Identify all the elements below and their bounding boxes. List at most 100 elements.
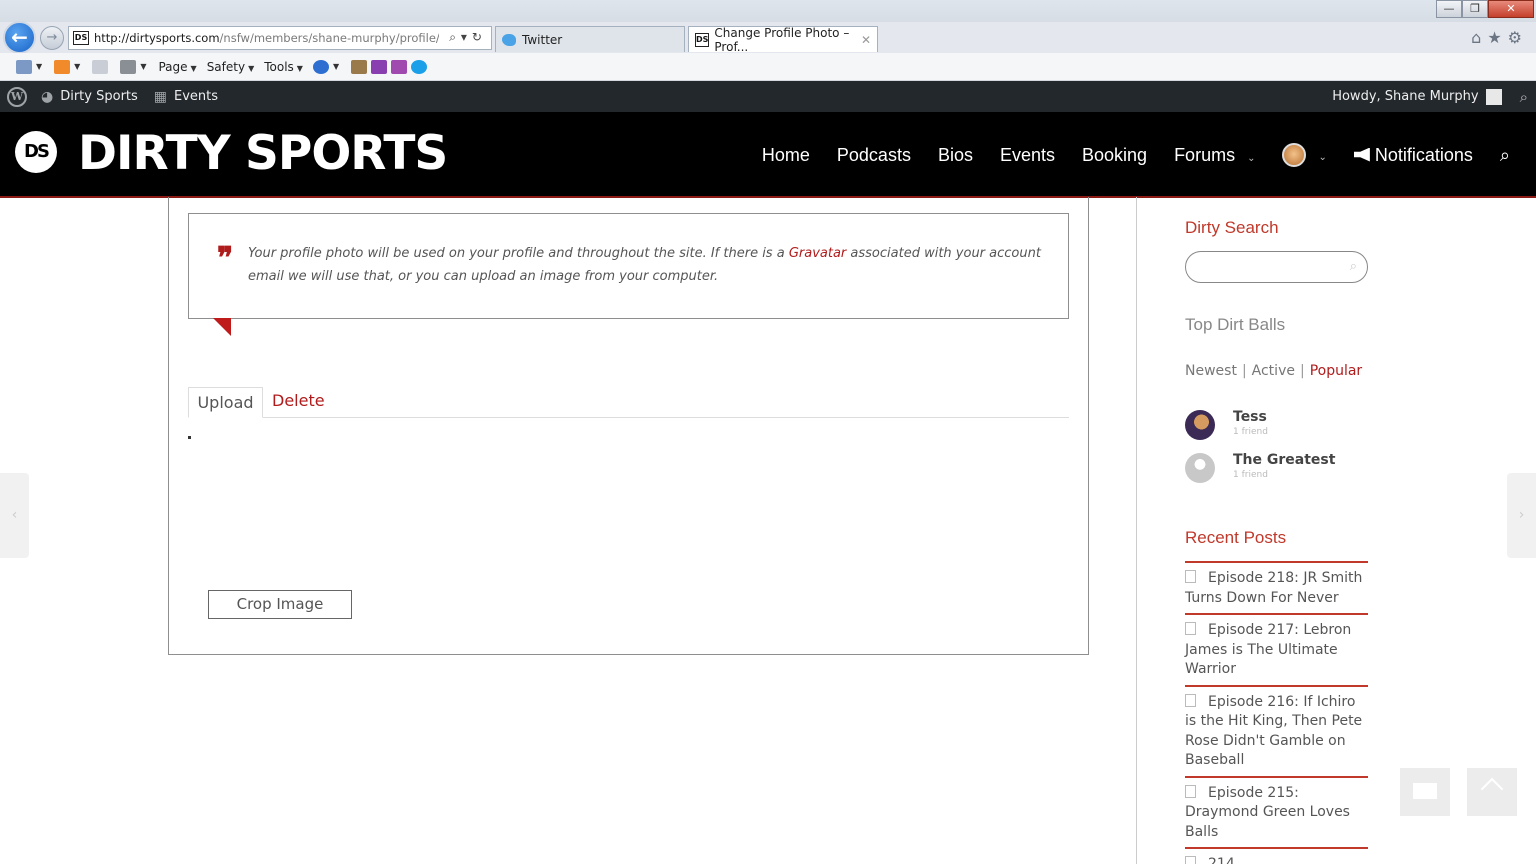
close-window-button[interactable]: ✕ xyxy=(1488,0,1534,18)
filter-separator: | xyxy=(1299,363,1305,379)
site-brand[interactable]: DIRTY SPORTS xyxy=(78,126,448,182)
crop-image-button[interactable]: Crop Image xyxy=(208,590,352,619)
onenote-icon[interactable] xyxy=(371,59,388,74)
envelope-icon xyxy=(1413,783,1437,799)
filter-popular[interactable]: Popular xyxy=(1310,363,1363,379)
post-link[interactable]: Episode 216: If Ichiro is the Hit King, … xyxy=(1185,694,1362,769)
nav-events[interactable]: Events xyxy=(1000,145,1055,166)
chevron-up-icon xyxy=(1480,777,1504,801)
top-dirt-balls-title: Top Dirt Balls xyxy=(1185,315,1286,334)
admin-bar-site-label: Dirty Sports xyxy=(60,89,138,104)
filter-active[interactable]: Active xyxy=(1252,363,1295,379)
address-bar[interactable]: DS http://dirtysports.com/nsfw/members/s… xyxy=(68,26,492,50)
url-path: /nsfw/members/shane-murphy/profile/chang xyxy=(219,31,439,45)
research-icon[interactable] xyxy=(351,59,368,74)
search-icon[interactable]: ⌕ xyxy=(1500,145,1510,166)
favorites-star-icon[interactable]: ★ xyxy=(1487,28,1507,47)
tools-menu[interactable]: Tools ▼ xyxy=(264,60,303,74)
tab-delete[interactable]: Delete xyxy=(272,391,325,410)
site-favicon-icon: DS xyxy=(73,31,89,45)
gravatar-link[interactable]: Gravatar xyxy=(789,246,846,261)
safety-menu[interactable]: Safety ▼ xyxy=(207,60,255,74)
window-controls: — ❐ ✕ xyxy=(1436,0,1534,18)
sidebar-search-title: Dirty Search xyxy=(1185,218,1279,237)
search-icon[interactable]: ⌕ xyxy=(1350,259,1357,274)
post-link[interactable]: 214 xyxy=(1208,856,1235,864)
post-link[interactable]: Episode 218: JR Smith Turns Down For Nev… xyxy=(1185,570,1362,606)
admin-bar-events[interactable]: ▦ Events xyxy=(154,89,218,105)
list-item[interactable]: Tess 1 friend xyxy=(1185,408,1268,440)
nav-home[interactable]: Home xyxy=(762,145,810,166)
site-logo-icon[interactable]: DS xyxy=(15,131,57,173)
contact-button[interactable] xyxy=(1400,768,1450,816)
admin-bar-site[interactable]: ◕ Dirty Sports xyxy=(41,89,138,105)
tab-upload[interactable]: Upload xyxy=(188,387,263,418)
member-name[interactable]: Tess xyxy=(1233,408,1268,426)
nav-podcasts[interactable]: Podcasts xyxy=(837,145,911,166)
list-item[interactable]: Episode 217: Lebron James is The Ultimat… xyxy=(1185,615,1368,687)
forward-button[interactable]: → xyxy=(40,26,64,50)
command-bar: ▼ ▼ ▼ Page ▼ Safety ▼ Tools ▼ ▼ xyxy=(0,53,1536,81)
post-link[interactable]: Episode 215: Draymond Green Loves Balls xyxy=(1185,785,1350,840)
chevron-down-icon[interactable]: ▼ xyxy=(36,62,42,71)
chevron-down-icon: ⌄ xyxy=(1247,152,1256,164)
chevron-down-icon: ▼ xyxy=(190,63,197,73)
nav-booking[interactable]: Booking xyxy=(1082,145,1147,166)
nav-forums-label: Forums xyxy=(1174,144,1236,165)
page-menu[interactable]: Page ▼ xyxy=(158,60,196,74)
sidebar-divider xyxy=(1136,197,1137,864)
close-tab-icon[interactable]: ✕ xyxy=(861,33,871,47)
document-icon xyxy=(1185,693,1196,707)
list-item[interactable]: The Greatest 1 friend xyxy=(1185,451,1335,483)
member-name[interactable]: The Greatest xyxy=(1233,451,1335,469)
page-menu-label: Page xyxy=(158,59,188,74)
search-icon[interactable]: ⌕ xyxy=(1520,88,1528,106)
prev-arrow-icon[interactable]: ‹ xyxy=(0,473,29,558)
howdy-user[interactable]: Howdy, Shane Murphy xyxy=(1332,89,1478,104)
filter-newest[interactable]: Newest xyxy=(1185,363,1237,379)
avatar[interactable] xyxy=(1185,453,1215,483)
help-icon[interactable] xyxy=(312,59,329,74)
address-url[interactable]: http://dirtysports.com/nsfw/members/shan… xyxy=(94,31,439,45)
list-item[interactable]: Episode 215: Draymond Green Loves Balls xyxy=(1185,778,1368,849)
quote-icon: ❞ xyxy=(217,241,234,276)
document-icon xyxy=(1185,622,1196,635)
document-icon xyxy=(1185,570,1196,583)
upload-placeholder-dot xyxy=(188,436,191,439)
minimize-button[interactable]: — xyxy=(1436,0,1462,18)
wordpress-logo-icon[interactable]: W xyxy=(7,86,27,107)
home-icon[interactable]: ⌂ xyxy=(1471,28,1487,47)
address-tools-icon[interactable]: ⌕▾↻ xyxy=(449,30,487,45)
chevron-down-icon[interactable]: ▼ xyxy=(333,62,339,71)
chevron-down-icon[interactable]: ▼ xyxy=(140,62,146,71)
post-link[interactable]: Episode 217: Lebron James is The Ultimat… xyxy=(1185,622,1351,677)
rss-feed-icon[interactable] xyxy=(54,59,71,74)
maximize-button[interactable]: ❐ xyxy=(1462,0,1488,18)
scroll-top-button[interactable] xyxy=(1467,768,1517,816)
nav-notifications-label: Notifications xyxy=(1374,144,1473,165)
tab-twitter[interactable]: Twitter xyxy=(495,26,685,52)
chevron-down-icon[interactable]: ▼ xyxy=(74,62,80,71)
list-item[interactable]: Episode 216: If Ichiro is the Hit King, … xyxy=(1185,687,1368,778)
sidebar-search-input[interactable]: ⌕ xyxy=(1185,251,1368,283)
next-arrow-icon[interactable]: › xyxy=(1507,473,1536,558)
back-button[interactable]: ← xyxy=(3,21,36,54)
home-icon[interactable] xyxy=(16,59,32,74)
skype-icon[interactable] xyxy=(411,59,428,74)
nav-user-menu[interactable]: ⌄ xyxy=(1282,143,1327,167)
nav-bios[interactable]: Bios xyxy=(938,145,973,166)
avatar[interactable] xyxy=(1185,410,1215,440)
nav-forums[interactable]: Forums ⌄ xyxy=(1174,145,1255,166)
gear-icon[interactable]: ⚙ xyxy=(1508,28,1528,47)
tools-menu-label: Tools xyxy=(264,59,294,74)
calendar-icon: ▦ xyxy=(153,88,168,105)
tab-change-profile-photo[interactable]: DS Change Profile Photo – Prof... ✕ xyxy=(688,26,878,54)
nav-notifications[interactable]: Notifications xyxy=(1353,144,1473,166)
print-icon[interactable] xyxy=(120,59,137,74)
read-mail-icon[interactable] xyxy=(92,59,109,74)
onenote-linked-icon[interactable] xyxy=(391,59,408,74)
list-item[interactable]: Episode 218: JR Smith Turns Down For Nev… xyxy=(1185,563,1368,615)
list-item[interactable]: 214 xyxy=(1185,849,1368,864)
avatar[interactable] xyxy=(1485,88,1502,105)
chevron-down-icon: ⌄ xyxy=(1318,151,1327,163)
